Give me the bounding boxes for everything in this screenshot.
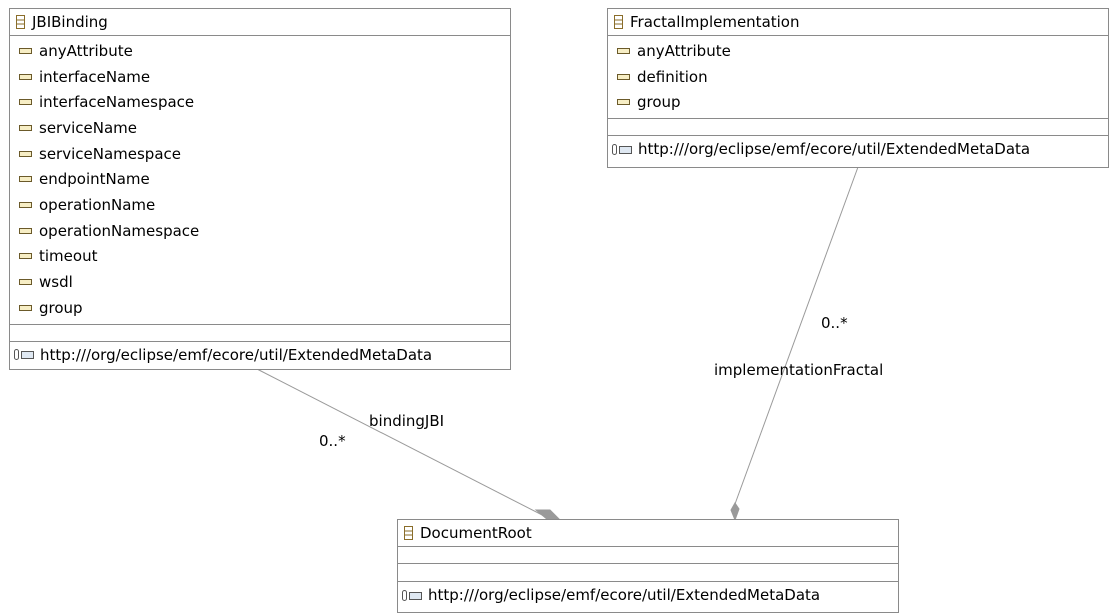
attribute[interactable]: operationName	[10, 192, 510, 218]
attribute-icon	[617, 99, 630, 106]
attribute-label: definition	[637, 67, 708, 86]
attribute-label: group	[637, 93, 681, 112]
binding-multiplicity-label[interactable]: 0..*	[319, 432, 346, 450]
eclass-icon	[614, 15, 623, 29]
eclass-icon	[16, 15, 25, 29]
class-jbibinding[interactable]: JBIBinding anyAttribute interfaceName in…	[9, 8, 511, 370]
attribute[interactable]: anyAttribute	[10, 38, 510, 64]
attribute-label: operationName	[39, 195, 156, 214]
eclass-icon	[404, 526, 413, 540]
class-jbibinding-attributes: anyAttribute interfaceName interfaceName…	[10, 36, 510, 325]
attribute-icon	[19, 279, 32, 286]
attribute[interactable]: group	[10, 295, 510, 321]
attribute[interactable]: timeout	[10, 244, 510, 270]
class-documentroot[interactable]: DocumentRoot http:///org/eclipse/emf/eco…	[397, 519, 899, 613]
attribute-icon	[19, 201, 32, 208]
attribute-label: serviceName	[39, 118, 137, 137]
attribute-label: interfaceNamespace	[39, 93, 195, 112]
class-documentroot-attributes	[398, 547, 898, 564]
binding-edge[interactable]	[256, 368, 549, 519]
attribute-label: endpointName	[39, 170, 150, 189]
attribute-label: interfaceName	[39, 67, 151, 86]
attribute-icon	[19, 47, 32, 54]
attribute[interactable]: definition	[608, 64, 1108, 90]
class-fractalimplementation-operations	[608, 119, 1108, 137]
class-jbibinding-operations	[10, 325, 510, 342]
attribute-label: wsdl	[39, 273, 73, 292]
class-fractalimplementation-header: FractalImplementation	[608, 9, 1108, 36]
attribute[interactable]: interfaceName	[10, 64, 510, 90]
annotation[interactable]: http:///org/eclipse/emf/ecore/util/Exten…	[608, 136, 1108, 162]
attribute-icon	[19, 124, 32, 131]
annotation-icon	[612, 143, 633, 156]
attribute[interactable]: anyAttribute	[608, 38, 1108, 64]
attribute[interactable]: wsdl	[10, 269, 510, 295]
attribute[interactable]: interfaceNamespace	[10, 89, 510, 115]
attribute[interactable]: group	[608, 89, 1108, 115]
annotation[interactable]: http:///org/eclipse/emf/ecore/util/Exten…	[398, 582, 898, 608]
attribute-icon	[617, 73, 630, 80]
attribute[interactable]: operationNamespace	[10, 218, 510, 244]
implementation-multiplicity-label[interactable]: 0..*	[821, 314, 848, 332]
class-jbibinding-name: JBIBinding	[32, 12, 108, 31]
attribute-icon	[19, 150, 32, 157]
attribute-icon	[19, 176, 32, 183]
binding-role-label[interactable]: bindingJBI	[369, 412, 444, 430]
implementation-composition-diamond	[730, 502, 740, 522]
implementation-role-label[interactable]: implementationFractal	[714, 361, 883, 379]
attribute-icon	[19, 253, 32, 260]
annotation[interactable]: http:///org/eclipse/emf/ecore/util/Exten…	[10, 342, 510, 368]
attribute-label: group	[39, 298, 83, 317]
class-fractalimplementation-attributes: anyAttribute definition group	[608, 36, 1108, 120]
attribute-label: anyAttribute	[39, 41, 133, 60]
annotation-source: http:///org/eclipse/emf/ecore/util/Exten…	[40, 345, 433, 364]
attribute-icon	[617, 47, 630, 54]
attribute-icon	[19, 99, 32, 106]
class-documentroot-header: DocumentRoot	[398, 520, 898, 547]
class-documentroot-name: DocumentRoot	[420, 523, 532, 542]
class-fractalimplementation[interactable]: FractalImplementation anyAttribute defin…	[607, 8, 1109, 168]
attribute-label: timeout	[39, 247, 98, 266]
attribute[interactable]: serviceName	[10, 115, 510, 141]
attribute-label: operationNamespace	[39, 221, 200, 240]
attribute[interactable]: serviceNamespace	[10, 141, 510, 167]
attribute-icon	[19, 227, 32, 234]
attribute-icon	[19, 304, 32, 311]
class-documentroot-operations	[398, 564, 898, 582]
attribute-icon	[19, 73, 32, 80]
attribute[interactable]: endpointName	[10, 166, 510, 192]
class-jbibinding-header: JBIBinding	[10, 9, 510, 36]
attribute-label: serviceNamespace	[39, 144, 181, 163]
class-fractalimplementation-name: FractalImplementation	[630, 12, 800, 31]
attribute-label: anyAttribute	[637, 41, 731, 60]
annotation-source: http:///org/eclipse/emf/ecore/util/Exten…	[638, 140, 1031, 159]
annotation-icon	[402, 589, 423, 602]
annotation-source: http:///org/eclipse/emf/ecore/util/Exten…	[428, 586, 821, 604]
implementation-edge[interactable]	[734, 166, 859, 505]
annotation-icon	[14, 348, 35, 361]
